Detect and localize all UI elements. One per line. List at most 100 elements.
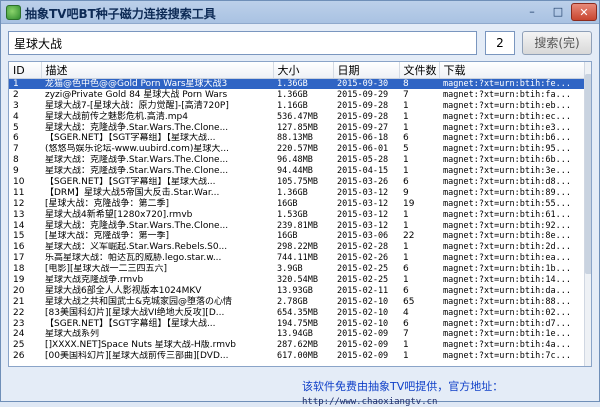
cell-description: 星球大战克隆战争.rmvb bbox=[45, 274, 144, 285]
cell-size: 744.11MB bbox=[277, 253, 318, 264]
cell-size: 13.94GB bbox=[277, 329, 313, 340]
close-icon[interactable]: ✕ bbox=[571, 3, 597, 21]
cell-description: 乐高星球大战：帕达瓦的威胁.lego.star.w... bbox=[45, 253, 222, 264]
cell-download: magnet:?xt=urn:btih:14... bbox=[443, 274, 571, 285]
cell-file-count: 1 bbox=[403, 100, 409, 111]
cell-download: magnet:?xt=urn:btih:88... bbox=[443, 296, 571, 307]
cell-id: 8 bbox=[13, 155, 19, 166]
table-row[interactable]: 26 [00美国科幻片][星球大战前传三部曲][DVD... 617.00MB 201… bbox=[9, 351, 585, 362]
cell-size: 1.36GB bbox=[277, 89, 308, 100]
cell-size: 320.54MB bbox=[277, 274, 318, 285]
cell-description: []XXXX.NET]Space Nuts 星球大战-H版.rmvb bbox=[45, 340, 236, 351]
cell-file-count: 1 bbox=[403, 155, 409, 166]
table-row[interactable]: 22 [83美国科幻片][星球大战VI绝地大反攻][D... 654.35MB 201… bbox=[9, 307, 585, 318]
cell-date: 2015-03-06 bbox=[337, 231, 389, 242]
cell-id: 21 bbox=[13, 296, 25, 307]
cell-download: magnet:?xt=urn:btih:d7... bbox=[443, 318, 571, 329]
table-row[interactable]: 21 星球大战之共和国武士&克城家园@堕落の心情 2.78GB 2015-02-10 6… bbox=[9, 296, 585, 307]
cell-date: 2015-03-26 bbox=[337, 176, 389, 187]
cell-download: magnet:?xt=urn:btih:95... bbox=[443, 144, 571, 155]
search-input[interactable] bbox=[8, 31, 477, 55]
table-row[interactable]: 6 【SGER.NET】【SGT字幕组】【星球大战... 88.13MB 2015-0… bbox=[9, 133, 585, 144]
cell-description: [83美国科幻片][星球大战VI绝地大反攻][D... bbox=[45, 307, 225, 318]
cell-file-count: 9 bbox=[403, 187, 409, 198]
cell-description: [星球大战：克隆战争：第一季] bbox=[45, 231, 170, 242]
cell-description: 星球大战4新希望[1280x720].rmvb bbox=[45, 209, 193, 220]
table-row[interactable]: 11 【DRM】星球大战5帝国大反击.Star.War... 1.36GB 2015-… bbox=[9, 187, 585, 198]
cell-id: 18 bbox=[13, 264, 25, 275]
table-row[interactable]: 9 星球大战：克隆战争.Star.Wars.The.Clone... 94.44MB… bbox=[9, 166, 585, 177]
cell-download: magnet:?xt=urn:btih:d8... bbox=[443, 176, 571, 187]
cell-file-count: 1 bbox=[403, 166, 409, 177]
titlebar: 抽象TV吧BT种子磁力连接搜索工具 – □ ✕ bbox=[1, 1, 599, 24]
cell-download: magnet:?xt=urn:btih:b6... bbox=[443, 133, 571, 144]
table-row[interactable]: 20 星球大战6部全人人影视版本1024MKV 13.93GB 2015-02-11 6… bbox=[9, 285, 585, 296]
cell-id: 5 bbox=[13, 122, 19, 133]
cell-file-count: 1 bbox=[403, 351, 409, 362]
cell-size: 194.75MB bbox=[277, 318, 318, 329]
cell-date: 2015-09-28 bbox=[337, 100, 389, 111]
cell-size: 13.93GB bbox=[277, 285, 313, 296]
cell-file-count: 1 bbox=[403, 274, 409, 285]
scrollbar-thumb[interactable] bbox=[585, 74, 591, 274]
official-url-link[interactable]: http://www.chaoxiangtv.cn bbox=[302, 397, 437, 407]
cell-id: 9 bbox=[13, 166, 19, 177]
vertical-scrollbar[interactable] bbox=[584, 62, 591, 366]
cell-description: [星球大战：克隆战争：第二季] bbox=[45, 198, 170, 209]
table-row[interactable]: 19 星球大战克隆战争.rmvb 320.54MB 2015-02-25 1 magnet… bbox=[9, 275, 585, 286]
cell-id: 3 bbox=[13, 100, 19, 111]
header-description[interactable]: 描述 bbox=[41, 62, 274, 79]
cell-date: 2015-02-09 bbox=[337, 340, 389, 351]
header-date[interactable]: 日期 bbox=[333, 62, 400, 79]
table-row[interactable]: 13 星球大战4新希望[1280x720].rmvb 1.53GB 2015-03-1… bbox=[9, 209, 585, 220]
table-row[interactable]: 12 [星球大战：克隆战争：第二季] 16GB 2015-03-12 19 magnet:… bbox=[9, 198, 585, 209]
table-row[interactable]: 25 []XXXX.NET]Space Nuts 星球大战-H版.rmvb 287.… bbox=[9, 340, 585, 351]
cell-description: 【DRM】星球大战5帝国大反击.Star.War... bbox=[45, 187, 220, 198]
minimize-icon[interactable]: – bbox=[519, 3, 545, 21]
cell-download: magnet:?xt=urn:btih:55... bbox=[443, 198, 571, 209]
table-row[interactable]: 17 乐高星球大战：帕达瓦的威胁.lego.star.w... 744.11MB 20… bbox=[9, 253, 585, 264]
cell-download: magnet:?xt=urn:btih:eb... bbox=[443, 100, 571, 111]
cell-download: magnet:?xt=urn:btih:ec... bbox=[443, 111, 571, 122]
maximize-icon[interactable]: □ bbox=[545, 3, 571, 21]
cell-date: 2015-02-09 bbox=[337, 329, 389, 340]
table-row[interactable]: 7 (悠悠鸟娱乐论坛-www.uubird.com)星球大... 220.57MB 2… bbox=[9, 144, 585, 155]
cell-id: 2 bbox=[13, 89, 19, 100]
table-row[interactable]: 15 [星球大战：克隆战争：第一季] 16GB 2015-03-06 22 magnet:… bbox=[9, 231, 585, 242]
cell-date: 2015-03-12 bbox=[337, 209, 389, 220]
cell-file-count: 6 bbox=[403, 285, 409, 296]
header-file-count[interactable]: 文件数 bbox=[399, 62, 440, 79]
cell-download: magnet:?xt=urn:btih:02... bbox=[443, 307, 571, 318]
table-row[interactable]: 16 星球大战：义军崛起.Star.Wars.Rebels.S0... 298.22… bbox=[9, 242, 585, 253]
cell-file-count: 1 bbox=[403, 220, 409, 231]
table-row[interactable]: 24 星球大战系列 13.94GB 2015-02-09 7 magnet:?xt=urn… bbox=[9, 329, 585, 340]
cell-size: 16GB bbox=[277, 198, 298, 209]
table-row[interactable]: 14 星球大战：克隆战争.Star.Wars.The.Clone... 239.81… bbox=[9, 220, 585, 231]
search-button[interactable]: 搜索(完) bbox=[522, 31, 592, 55]
page-number-input[interactable]: 2 bbox=[485, 31, 515, 55]
cell-download: magnet:?xt=urn:btih:6b... bbox=[443, 155, 571, 166]
cell-size: 94.44MB bbox=[277, 166, 313, 177]
header-id[interactable]: ID bbox=[9, 62, 42, 79]
table-row[interactable]: 8 星球大战：克隆战争.Star.Wars.The.Clone... 96.48MB… bbox=[9, 155, 585, 166]
table-row[interactable]: 1 龙猫@色中色@@Gold Porn Wars星球大战3 1.36GB 2015-0… bbox=[9, 78, 585, 90]
cell-size: 88.13MB bbox=[277, 133, 313, 144]
cell-description: [电影][星球大战一二三四五六] bbox=[45, 264, 168, 275]
cell-description: 星球大战6部全人人影视版本1024MKV bbox=[45, 285, 202, 296]
table-row[interactable]: 3 星球大战7-[星球大战：原力觉醒]-[高清720P] 1.16GB 2015-09… bbox=[9, 100, 585, 111]
table-row[interactable]: 5 星球大战：克隆战争.Star.Wars.The.Clone... 127.85M… bbox=[9, 122, 585, 133]
table-row[interactable]: 18 [电影][星球大战一二三四五六] 3.9GB 2015-02-25 6 magnet… bbox=[9, 264, 585, 275]
table-row[interactable]: 10 【SGER.NET】【SGT字幕组】【星球大战... 105.75MB 2015… bbox=[9, 177, 585, 188]
cell-date: 2015-03-12 bbox=[337, 198, 389, 209]
table-row[interactable]: 2 zyzi@Private Gold 84 星球大战 Porn Wars 1.36… bbox=[9, 89, 585, 100]
cell-download: magnet:?xt=urn:btih:92... bbox=[443, 220, 571, 231]
cell-size: 1.53GB bbox=[277, 209, 308, 220]
cell-date: 2015-09-29 bbox=[337, 89, 389, 100]
table-row[interactable]: 23 【SGER.NET】【SGT字幕组】【星球大战... 194.75MB 2015… bbox=[9, 318, 585, 329]
cell-download: magnet:?xt=urn:btih:2d... bbox=[443, 242, 571, 253]
table-row[interactable]: 4 星球大战前传之魅影危机.高清.mp4 536.47MB 2015-09-28 1 ma… bbox=[9, 111, 585, 122]
cell-date: 2015-02-10 bbox=[337, 307, 389, 318]
header-download[interactable]: 下载 bbox=[439, 62, 586, 79]
header-size[interactable]: 大小 bbox=[273, 62, 334, 79]
cell-date: 2015-09-27 bbox=[337, 122, 389, 133]
